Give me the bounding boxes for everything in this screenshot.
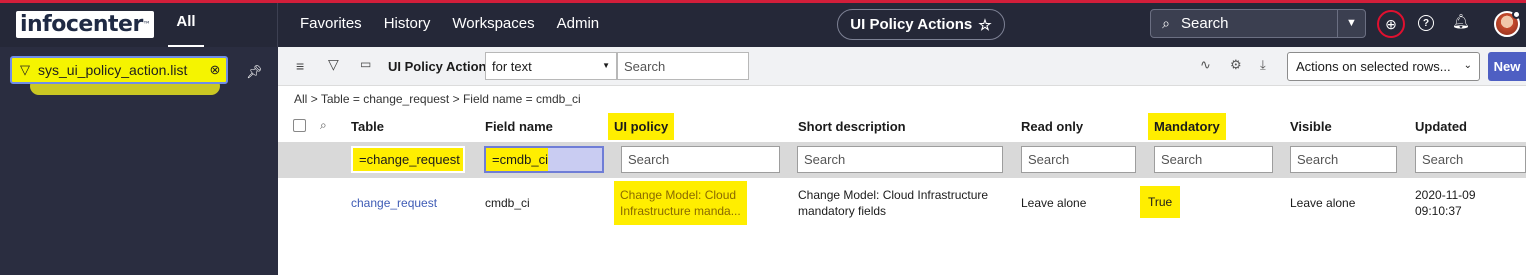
cell-ui-policy-line1: Change Model: Cloud (620, 188, 737, 202)
column-header-read-only[interactable]: Read only (1021, 119, 1083, 134)
nav-history[interactable]: History (384, 15, 431, 32)
breadcrumb-separator: > (310, 92, 318, 106)
avatar-status-badge (1512, 10, 1521, 19)
nav-divider (277, 3, 278, 47)
filter-visible-input[interactable]: Search (1290, 146, 1397, 173)
cell-ui-policy[interactable]: Change Model: Cloud Infrastructure manda… (614, 181, 747, 225)
filter-table-input[interactable]: =change_request (351, 146, 465, 173)
filter-updated-input[interactable]: Search (1415, 146, 1526, 173)
context-title-pill[interactable]: UI Policy Actions ☆ (837, 9, 1005, 40)
cell-ui-policy-line2: Infrastructure manda... (620, 204, 741, 218)
filter-mandatory-input[interactable]: Search (1154, 146, 1273, 173)
funnel-icon: ▽ (20, 62, 30, 77)
new-button[interactable]: New (1488, 52, 1526, 81)
filter-ui-policy-input[interactable]: Search (621, 146, 780, 173)
breadcrumb: All > Table = change_request > Field nam… (294, 92, 581, 106)
search-scope-caret-icon[interactable]: ▼ (1337, 10, 1365, 37)
logo-text: infocenter (20, 12, 143, 37)
cell-read-only: Leave alone (1021, 196, 1087, 210)
nav-favorites[interactable]: Favorites (300, 15, 362, 32)
chevron-down-icon: ⌄ (1463, 60, 1472, 71)
pin-icon[interactable]: 📌︎ (246, 64, 263, 80)
list-view: ≡ ▽ ▭ UI Policy Actions for text ▼ Searc… (278, 47, 1526, 275)
logo-trademark: ™ (142, 20, 151, 29)
application-navigator: ▽ sys_ui_policy_action.list ⊗ 📌︎ (0, 47, 278, 275)
all-tab[interactable]: All (168, 13, 204, 48)
column-header-row: ⌕ Table Field name UI policy Short descr… (278, 111, 1526, 142)
cell-short-description-line2: mandatory fields (798, 204, 887, 218)
column-filter-row: =change_request =cmdb_ci Search Search S… (278, 142, 1526, 178)
search-columns-icon[interactable]: ⌕ (320, 118, 327, 133)
clear-filter-icon[interactable]: ⊗ (204, 62, 226, 78)
navigator-filter-value[interactable]: sys_ui_policy_action.list (38, 62, 204, 78)
cell-visible: Leave alone (1290, 196, 1356, 210)
nav-admin[interactable]: Admin (557, 15, 600, 32)
cell-field-name: cmdb_ci (485, 196, 530, 210)
actions-select-value: Actions on selected rows... (1296, 59, 1451, 74)
globe-icon[interactable]: ⊕ (1377, 10, 1405, 38)
column-header-ui-policy[interactable]: UI policy (608, 113, 675, 140)
list-header-bar: ≡ ▽ ▭ UI Policy Actions for text ▼ Searc… (278, 47, 1526, 86)
column-header-short-description[interactable]: Short description (798, 119, 906, 134)
cell-mandatory: True (1140, 186, 1181, 218)
global-search[interactable]: ⌕ Search ▼ (1150, 9, 1366, 38)
search-icon: ⌕ (1162, 15, 1170, 31)
select-all-checkbox[interactable] (293, 119, 306, 132)
chevron-down-icon: ▼ (602, 61, 610, 70)
breadcrumb-field-condition[interactable]: Field name = cmdb_ci (463, 92, 581, 106)
notification-bell-icon[interactable]: 🔔︎ (1452, 13, 1470, 30)
filter-read-only-input[interactable]: Search (1021, 146, 1136, 173)
cell-table-link[interactable]: change_request (351, 195, 437, 211)
star-icon[interactable]: ☆ (978, 16, 991, 34)
top-nav-menu: Favorites History Workspaces Admin (300, 15, 621, 32)
infocenter-logo[interactable]: infocenter ™ (16, 11, 155, 38)
list-chat-icon[interactable]: ▭ (360, 57, 371, 71)
hamburger-menu-icon[interactable]: ≡ (296, 58, 304, 74)
column-header-updated[interactable]: Updated (1415, 119, 1467, 134)
list-search-input[interactable]: Search (617, 52, 749, 80)
breadcrumb-separator: > (452, 92, 460, 106)
global-search-input[interactable]: Search (1181, 15, 1337, 32)
filter-short-description-input[interactable]: Search (797, 146, 1003, 173)
column-header-visible[interactable]: Visible (1290, 119, 1332, 134)
cell-updated-date: 2020-11-09 (1415, 188, 1476, 202)
navigator-filter-input[interactable]: ▽ sys_ui_policy_action.list ⊗ (10, 56, 228, 84)
gear-icon[interactable]: ⚙ (1230, 57, 1242, 73)
context-title: UI Policy Actions (850, 16, 973, 33)
cell-short-description: Change Model: Cloud Infrastructure manda… (798, 187, 988, 219)
list-title: UI Policy Actions (388, 59, 494, 74)
activity-icon[interactable]: ∿ (1200, 57, 1211, 73)
help-icon[interactable]: ? (1418, 15, 1434, 31)
top-navigation-bar: infocenter ™ All Favorites History Worksp… (0, 3, 1526, 48)
column-header-field-name[interactable]: Field name (485, 119, 553, 134)
cell-updated-time: 09:10:37 (1415, 204, 1462, 218)
filter-funnel-icon[interactable]: ▽ (328, 56, 339, 73)
search-field-select[interactable]: for text ▼ (485, 52, 617, 80)
cell-short-description-line1: Change Model: Cloud Infrastructure (798, 188, 989, 202)
actions-on-selected-rows-select[interactable]: Actions on selected rows... ⌄ (1287, 52, 1480, 81)
breadcrumb-table-condition[interactable]: Table = change_request (321, 92, 449, 106)
column-header-mandatory[interactable]: Mandatory (1148, 113, 1226, 140)
table-row[interactable]: change_request cmdb_ci Change Model: Clo… (278, 178, 1526, 226)
column-header-table[interactable]: Table (351, 119, 384, 134)
nav-workspaces[interactable]: Workspaces (452, 15, 534, 32)
cell-updated: 2020-11-09 09:10:37 (1415, 187, 1476, 219)
download-icon[interactable]: ⤓ (1260, 57, 1266, 73)
breadcrumb-all[interactable]: All (294, 92, 307, 106)
filter-field-name-input[interactable]: =cmdb_ci (484, 146, 604, 173)
search-field-select-value: for text (492, 58, 532, 74)
